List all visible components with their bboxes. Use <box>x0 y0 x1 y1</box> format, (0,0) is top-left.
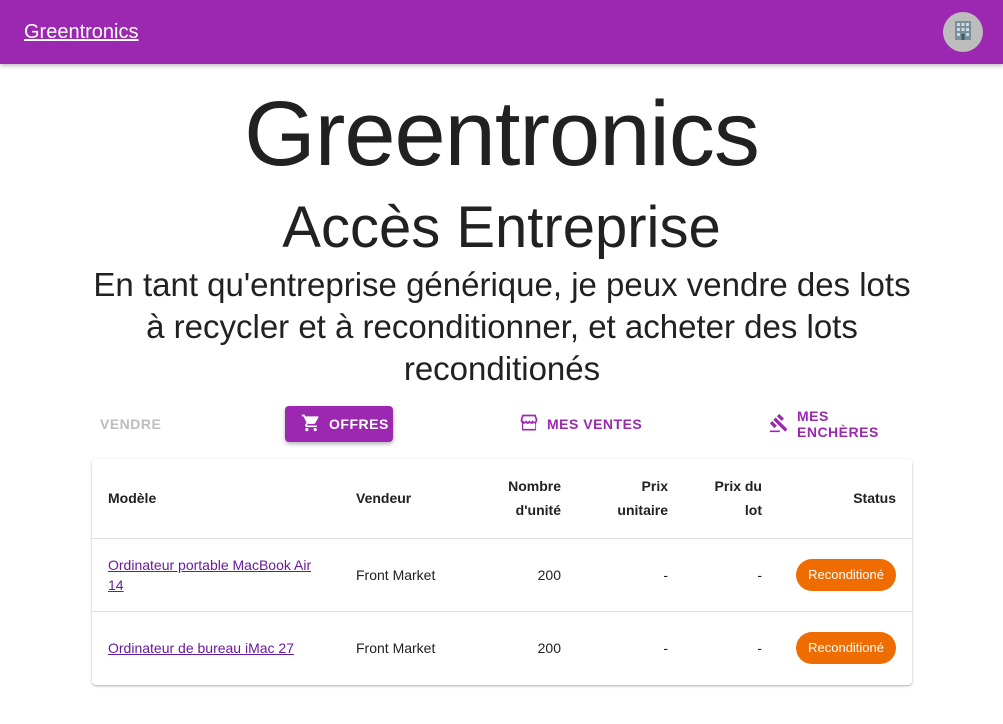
cart-icon <box>301 413 321 436</box>
app-bar: Greentronics <box>0 0 1003 64</box>
cell-vendor: Front Market <box>340 538 470 612</box>
tab-label: Offres <box>329 416 389 432</box>
gavel-icon <box>769 413 789 436</box>
table-header-row: Modèle Vendeur Nombre d'unité Prix unitair… <box>92 459 912 539</box>
cell-unit-price: - <box>663 639 668 656</box>
cell-model: Ordinateur de bureau iMac 27 <box>92 611 340 684</box>
tab-label: Mes enchères <box>797 408 879 440</box>
header-status: Status <box>778 459 912 539</box>
offers-table-card: Modèle Vendeur Nombre d'unité Prix unitair… <box>92 459 912 685</box>
status-badge: Reconditioné <box>796 631 896 664</box>
brand-link[interactable]: Greentronics <box>24 21 139 44</box>
tab-offres[interactable]: Offres <box>285 406 393 442</box>
store-icon <box>519 413 539 436</box>
cell-quantity: 200 <box>470 538 577 612</box>
cell-model: Ordinateur portable MacBook Air 14 <box>92 538 340 612</box>
cell-vendor: Front Market <box>356 639 436 656</box>
header-vendor: Vendeur <box>340 459 470 539</box>
tab-label: Vendre <box>100 416 162 432</box>
cell-status: Reconditioné <box>778 611 912 684</box>
tab-mes-encheres[interactable]: Mes enchères <box>753 406 912 442</box>
page-description: En tant qu'entreprise générique, je peux… <box>93 266 911 387</box>
status-badge: Reconditioné <box>796 558 896 591</box>
cell-lot-price: - <box>684 538 778 612</box>
header-lot-price: Prix du lot <box>684 459 778 539</box>
model-link[interactable]: Ordinateur portable MacBook Air 14 <box>108 557 311 593</box>
table-row: Ordinateur de bureau iMac 27 Front Marke… <box>92 611 912 684</box>
avatar[interactable] <box>943 12 983 52</box>
cell-status: Reconditioné <box>778 538 912 612</box>
building-icon <box>952 19 974 46</box>
tab-vendre[interactable]: Vendre <box>84 406 177 442</box>
offers-table: Modèle Vendeur Nombre d'unité Prix unitair… <box>92 459 912 684</box>
header-model: Modèle <box>92 459 340 539</box>
cell-unit-price: - <box>577 538 684 612</box>
cell-quantity: 200 <box>537 639 561 656</box>
tab-bar: Vendre Offres Mes ventes Mes enchères <box>92 406 912 442</box>
header-quantity: Nombre d'unité <box>470 459 577 539</box>
table-row: Ordinateur portable MacBook Air 14 Front… <box>92 538 912 612</box>
cell-lot-price: - <box>757 639 762 656</box>
page-subtitle: Accès Entreprise <box>282 195 721 260</box>
tab-label: Mes ventes <box>547 416 643 432</box>
header-unit-price: Prix unitaire <box>577 459 684 539</box>
tab-mes-ventes[interactable]: Mes ventes <box>503 406 658 442</box>
page-title: Greentronics <box>244 83 760 185</box>
model-link[interactable]: Ordinateur de bureau iMac 27 <box>108 640 294 656</box>
